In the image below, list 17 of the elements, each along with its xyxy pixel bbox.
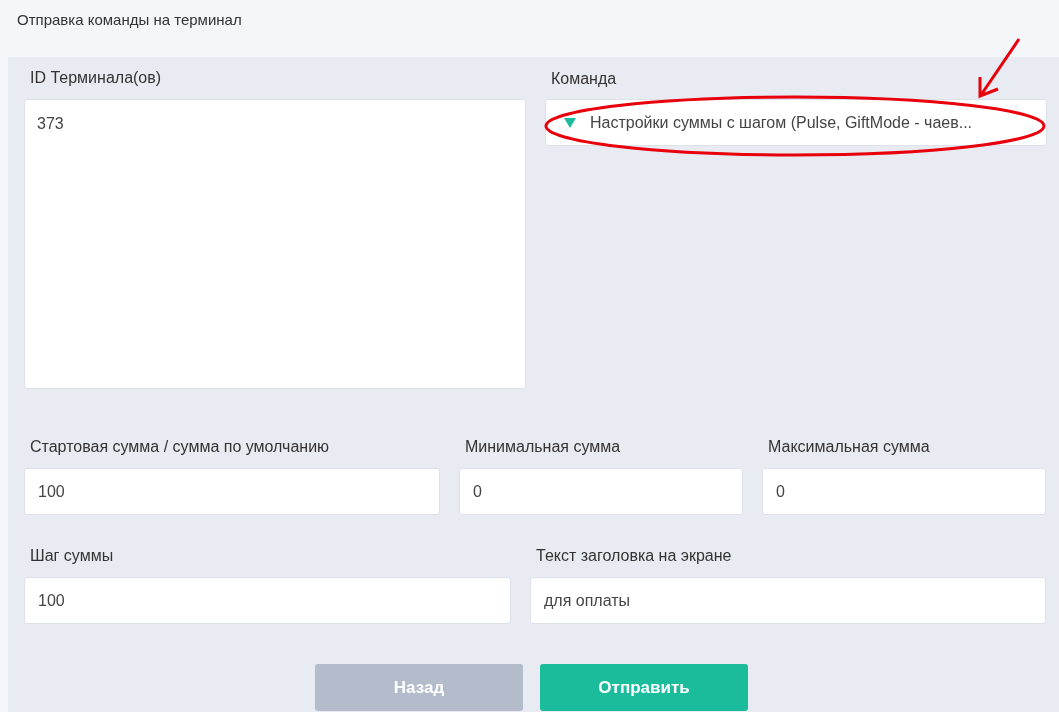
input-field[interactable]: 0 bbox=[762, 468, 1046, 515]
field-label: Шаг суммы bbox=[29, 546, 115, 566]
terminal-ids-field[interactable]: 373 bbox=[24, 99, 526, 389]
field-label: Стартовая сумма / сумма по умолчанию bbox=[29, 437, 331, 457]
field-label: Минимальная сумма bbox=[464, 437, 622, 457]
input-field[interactable]: для оплаты bbox=[530, 577, 1046, 624]
field-label: ID Терминала(ов) bbox=[29, 68, 163, 88]
input-field[interactable]: 0 bbox=[459, 468, 743, 515]
input-field[interactable]: 100 bbox=[24, 468, 440, 515]
field-label: Максимальная сумма bbox=[767, 437, 931, 457]
arrow-icon bbox=[976, 37, 1022, 99]
command-dropdown[interactable]: Настройки суммы с шагом (Pulse, GiftMode - чаев... bbox=[545, 99, 1047, 146]
field-label: Текст заголовка на экране bbox=[535, 546, 733, 566]
page-title: Отправка команды на терминал bbox=[17, 11, 242, 28]
input-field[interactable]: 100 bbox=[24, 577, 511, 624]
caret-icon bbox=[564, 117, 576, 128]
field-label: Команда bbox=[551, 70, 617, 87]
